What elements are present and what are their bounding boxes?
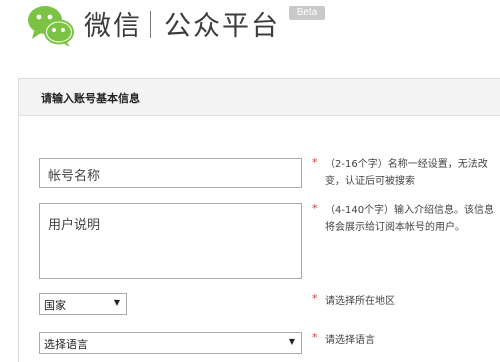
country-select-value: 国家 bbox=[44, 299, 66, 312]
wechat-logo-icon bbox=[28, 6, 74, 47]
beta-badge: Beta bbox=[289, 6, 325, 20]
language-hint: 请选择语言 bbox=[325, 335, 375, 346]
panel-header: 请输入账号基本信息 bbox=[19, 79, 500, 116]
language-select[interactable]: 选择语言 ▼ bbox=[39, 332, 302, 354]
dropdown-arrow-icon: ▼ bbox=[288, 337, 295, 346]
account-name-input[interactable]: 帐号名称 bbox=[39, 158, 302, 188]
account-name-hint: （2-16个字）名称一经设置，无法改变，认证后可被搜索 bbox=[325, 159, 488, 187]
description-hint: （4-140个字）输入介绍信息。该信息将会展示给订阅本帐号的用户。 bbox=[325, 205, 495, 233]
required-mark: * bbox=[312, 292, 318, 305]
description-textarea[interactable]: 用户说明 bbox=[39, 203, 302, 279]
registration-panel: 请输入账号基本信息 帐号名称 * （2-16个字）名称一经设置，无法改变，认证后… bbox=[18, 78, 500, 362]
required-mark: * bbox=[312, 331, 318, 344]
country-select[interactable]: 国家 ▼ bbox=[39, 293, 127, 315]
language-select-value: 选择语言 bbox=[44, 338, 88, 351]
platform-title: 公众平台 bbox=[164, 11, 280, 42]
required-mark: * bbox=[312, 202, 318, 215]
dropdown-arrow-icon: ▼ bbox=[113, 298, 120, 307]
brand-divider bbox=[150, 11, 151, 38]
header: 微信 公众平台 Beta bbox=[0, 0, 500, 64]
required-mark: * bbox=[312, 156, 318, 169]
brand-title: 微信 bbox=[84, 11, 142, 42]
country-hint: 请选择所在地区 bbox=[325, 296, 395, 307]
panel-title: 请输入账号基本信息 bbox=[41, 92, 140, 105]
